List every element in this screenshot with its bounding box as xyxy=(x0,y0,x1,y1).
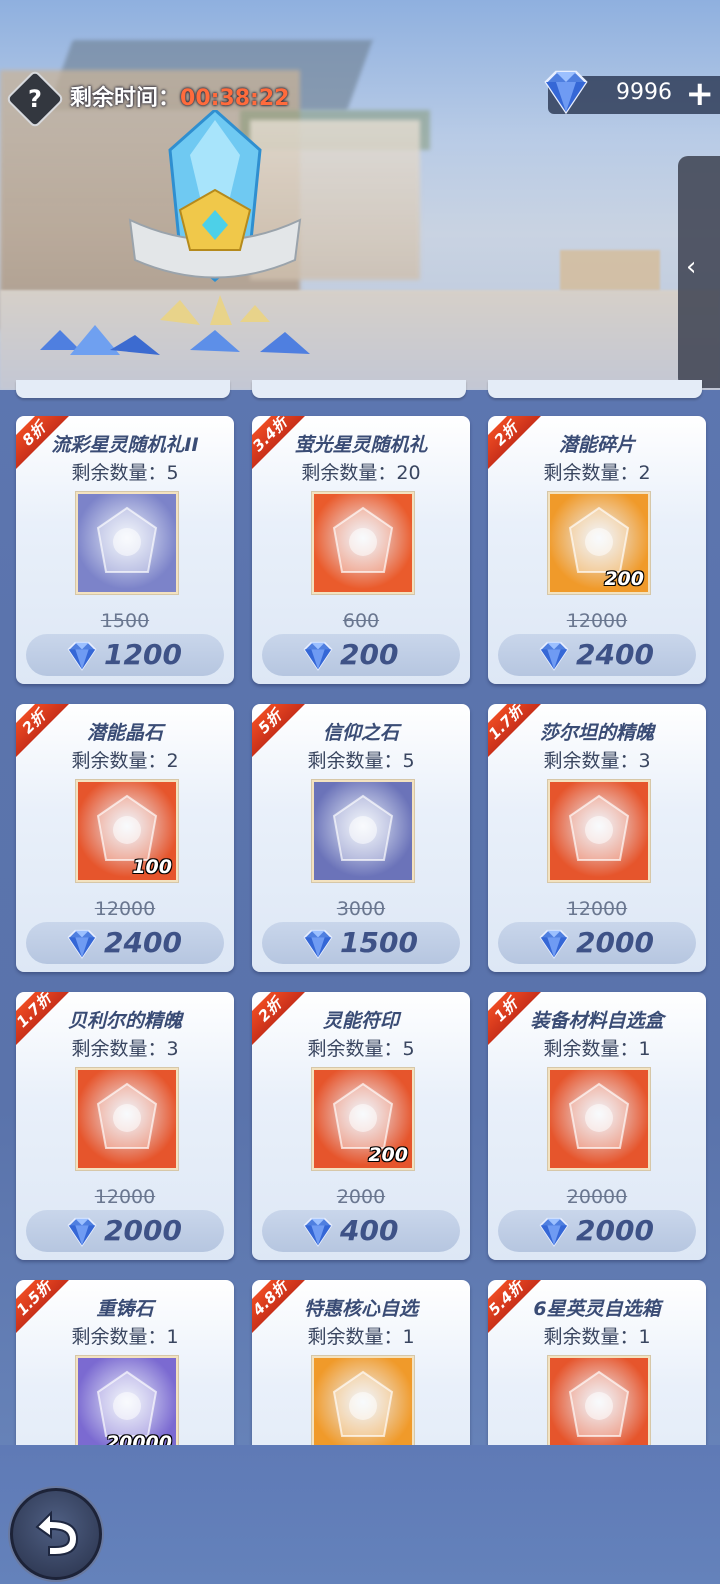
diamond-icon xyxy=(64,640,100,676)
item-name: 6星英灵自选箱 xyxy=(533,1298,661,1320)
core-card-icon xyxy=(312,1356,414,1458)
sale-price: 2000 xyxy=(576,926,654,959)
diamond-icon xyxy=(64,1216,100,1252)
diamond-icon xyxy=(536,640,572,676)
shop-item-card[interactable]: 2折 潜能碎片 剩余数量：2 200 12000 2400 xyxy=(488,416,706,684)
armor-box-icon xyxy=(548,1068,650,1170)
reforge-stone-icon: 20000 xyxy=(76,1356,178,1458)
shop-item-card[interactable]: 2折 潜能晶石 剩余数量：2 100 12000 2400 xyxy=(16,704,234,972)
remaining-quantity: 剩余数量：1 xyxy=(307,1326,415,1348)
shop-item-card[interactable]: 1折 装备材料自选盒 剩余数量：1 20000 2000 xyxy=(488,992,706,1260)
remaining-quantity: 剩余数量：1 xyxy=(71,1326,179,1348)
back-arrow-icon xyxy=(35,1510,79,1556)
shop-item-card[interactable]: 5折 信仰之石 剩余数量：5 3000 1500 xyxy=(252,704,470,972)
sale-price: 2000 xyxy=(576,1214,654,1247)
original-price: 1500 xyxy=(100,610,150,632)
sale-price: 2000 xyxy=(104,1214,182,1247)
original-price: 12000 xyxy=(566,610,628,632)
original-price: 12000 xyxy=(566,898,628,920)
sale-price: 200 xyxy=(340,638,399,671)
remaining-quantity: 剩余数量：2 xyxy=(71,750,179,772)
diamond-icon xyxy=(64,928,100,964)
bottom-bar xyxy=(0,1445,720,1584)
item-name: 灵能符印 xyxy=(322,1010,399,1032)
orange-chest-icon xyxy=(312,492,414,594)
buy-button[interactable]: 2000 xyxy=(26,1210,224,1252)
diamond-icon xyxy=(300,640,336,676)
remaining-quantity: 剩余数量：2 xyxy=(543,462,651,484)
prismatic-chest-icon xyxy=(76,492,178,594)
sale-price: 2400 xyxy=(104,926,182,959)
buy-button[interactable]: 1200 xyxy=(26,634,224,676)
item-name: 潜能晶石 xyxy=(86,722,163,744)
item-count: 100 xyxy=(132,856,172,878)
item-name: 重铸石 xyxy=(96,1298,154,1320)
item-name: 潜能碎片 xyxy=(558,434,635,456)
remaining-quantity: 剩余数量：20 xyxy=(301,462,421,484)
original-price: 12000 xyxy=(94,898,156,920)
remaining-quantity: 剩余数量：3 xyxy=(543,750,651,772)
original-price: 3000 xyxy=(336,898,386,920)
potential-crystal-icon: 100 xyxy=(76,780,178,882)
item-name: 莎尔坦的精魄 xyxy=(539,722,654,744)
diamond-icon xyxy=(300,1216,336,1252)
remaining-quantity: 剩余数量：1 xyxy=(543,1326,651,1348)
hero-helmet-icon xyxy=(548,1356,650,1458)
buy-button[interactable]: 2000 xyxy=(498,1210,696,1252)
buy-button[interactable]: 2400 xyxy=(26,922,224,964)
remaining-quantity: 剩余数量：1 xyxy=(543,1038,651,1060)
back-button[interactable] xyxy=(10,1488,102,1580)
diamond-icon xyxy=(536,1216,572,1252)
remaining-quantity: 剩余数量：3 xyxy=(71,1038,179,1060)
item-name: 贝利尔的精魄 xyxy=(67,1010,182,1032)
buy-button[interactable]: 2400 xyxy=(498,634,696,676)
remaining-quantity: 剩余数量：5 xyxy=(307,1038,415,1060)
sale-price: 2400 xyxy=(576,638,654,671)
potential-shard-icon: 200 xyxy=(548,492,650,594)
diamond-icon xyxy=(300,928,336,964)
item-name: 流彩星灵随机礼II xyxy=(51,434,199,456)
diamond-icon xyxy=(536,928,572,964)
remaining-quantity: 剩余数量：5 xyxy=(307,750,415,772)
shop-item-card[interactable]: 2折 灵能符印 剩余数量：5 200 2000 400 xyxy=(252,992,470,1260)
item-name: 信仰之石 xyxy=(322,722,399,744)
buy-button[interactable]: 1500 xyxy=(262,922,460,964)
dark-orb-icon xyxy=(548,780,650,882)
item-name: 萤光星灵随机礼 xyxy=(294,434,428,456)
shop-item-card[interactable]: 8折 流彩星灵随机礼II 剩余数量：5 1500 1200 xyxy=(16,416,234,684)
red-orb-icon xyxy=(76,1068,178,1170)
buy-button[interactable]: 200 xyxy=(262,634,460,676)
remaining-quantity: 剩余数量：5 xyxy=(71,462,179,484)
item-name: 特惠核心自选 xyxy=(303,1298,418,1320)
original-price: 600 xyxy=(342,610,380,632)
item-count: 200 xyxy=(604,568,644,590)
original-price: 2000 xyxy=(336,1186,386,1208)
original-price: 20000 xyxy=(566,1186,628,1208)
sale-price: 1500 xyxy=(340,926,418,959)
shop-grid: 8折 流彩星灵随机礼II 剩余数量：5 1500 1200 3.4折 萤光星灵随机礼 剩余数量… xyxy=(0,0,720,1584)
shop-item-card[interactable]: 1.7折 贝利尔的精魄 剩余数量：3 12000 2000 xyxy=(16,992,234,1260)
buy-button[interactable]: 2000 xyxy=(498,922,696,964)
shop-item-card[interactable]: 3.4折 萤光星灵随机礼 剩余数量：20 600 200 xyxy=(252,416,470,684)
original-price: 12000 xyxy=(94,1186,156,1208)
shop-item-card[interactable]: 1.7折 莎尔坦的精魄 剩余数量：3 12000 2000 xyxy=(488,704,706,972)
faith-stone-icon xyxy=(312,780,414,882)
item-name: 装备材料自选盒 xyxy=(530,1010,664,1032)
buy-button[interactable]: 400 xyxy=(262,1210,460,1252)
sale-price: 1200 xyxy=(104,638,182,671)
sale-price: 400 xyxy=(340,1214,399,1247)
item-count: 200 xyxy=(368,1144,408,1166)
psionic-seal-icon: 200 xyxy=(312,1068,414,1170)
